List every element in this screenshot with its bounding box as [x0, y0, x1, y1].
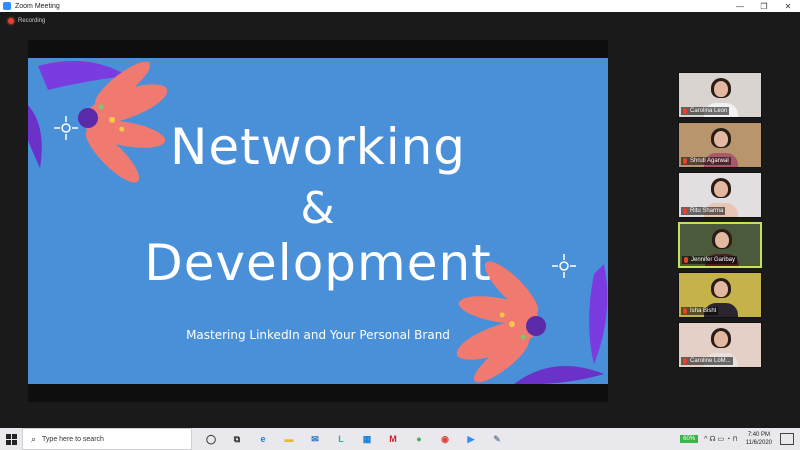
taskbar-search-box[interactable]: ⌕ Type here to search: [22, 428, 192, 450]
participant-name: Jennifer Garibay: [691, 257, 736, 263]
linkedin-learning-icon[interactable]: L: [330, 428, 352, 450]
participant-face: [714, 81, 728, 97]
participant-name-bar: Isha Bisht: [681, 307, 719, 315]
zoom-icon[interactable]: ▶: [460, 428, 482, 450]
search-placeholder: Type here to search: [42, 435, 104, 443]
participant-name-bar: Jennifer Garibay: [682, 256, 738, 264]
maximize-button[interactable]: ❐: [752, 0, 776, 12]
participant-name: Carolina Leon: [690, 108, 728, 114]
store-icon[interactable]: ▦: [356, 428, 378, 450]
window-controls: — ❐ ✕: [728, 0, 800, 12]
participant-tile[interactable]: Carolina Leon: [678, 72, 762, 118]
slide-subtitle: Mastering LinkedIn and Your Personal Bra…: [186, 328, 450, 342]
system-tray: 60% ^ ☊ ▭ ◔ ⊓ 7:40 PM 11/6/2020: [680, 428, 800, 450]
participant-name: Ritu Sharma: [690, 208, 724, 214]
chrome-icon[interactable]: ◉: [434, 428, 456, 450]
close-button[interactable]: ✕: [776, 0, 800, 12]
edge-icon[interactable]: e: [252, 428, 274, 450]
participant-tile[interactable]: Isha Bisht: [678, 272, 762, 318]
search-icon: ⌕: [31, 433, 37, 444]
muted-mic-icon: [683, 158, 687, 164]
muted-mic-icon: [684, 257, 688, 263]
participant-face: [714, 181, 728, 197]
participant-tile[interactable]: Jennifer Garibay: [678, 222, 762, 268]
slide-title-line-1: Networking: [169, 118, 467, 176]
clock-date: 11/6/2020: [745, 440, 772, 446]
participant-face: [714, 281, 728, 297]
notification-center-icon[interactable]: [780, 433, 794, 445]
slide-title-ampersand: &: [300, 183, 336, 234]
muted-mic-icon: [683, 208, 687, 214]
recording-icon[interactable]: [8, 18, 14, 24]
pinned-apps: ◯ ⧉ e ▬ ✉ L ▦ M ● ◉ ▶ ✎: [200, 428, 512, 450]
recording-bar: Recording: [0, 12, 800, 30]
participant-name-bar: Caroline LoM...: [681, 357, 733, 365]
participant-tile[interactable]: Caroline LoM...: [678, 322, 762, 368]
participant-name-bar: Shruti Agarwal: [681, 157, 731, 165]
window-title: Zoom Meeting: [15, 2, 60, 10]
task-switch-icon[interactable]: ⧉: [226, 428, 248, 450]
chat-app-icon[interactable]: ●: [408, 428, 430, 450]
participant-name: Shruti Agarwal: [690, 158, 729, 164]
file-explorer-icon[interactable]: ▬: [278, 428, 300, 450]
participant-name: Caroline LoM...: [690, 358, 731, 364]
participant-tile[interactable]: Ritu Sharma: [678, 172, 762, 218]
participant-face: [714, 331, 728, 347]
paint-icon[interactable]: ✎: [486, 428, 508, 450]
title-bar: Zoom Meeting — ❐ ✕: [0, 0, 800, 12]
mail-icon[interactable]: ✉: [304, 428, 326, 450]
participant-face: [714, 131, 728, 147]
participant-name: Isha Bisht: [690, 308, 717, 314]
muted-mic-icon: [683, 308, 687, 314]
participant-name-bar: Ritu Sharma: [681, 207, 726, 215]
participant-face: [715, 232, 729, 248]
minimize-button[interactable]: —: [728, 0, 752, 12]
tray-icons[interactable]: ^ ☊ ▭ ◔ ⊓: [704, 435, 738, 443]
mcafee-icon[interactable]: M: [382, 428, 404, 450]
slide-title-line-2: Development: [144, 234, 492, 292]
clock-time: 7:40 PM: [747, 432, 771, 438]
windows-taskbar: ⌕ Type here to search ◯ ⧉ e ▬ ✉ L ▦ M ● ◉ ▶ ✎ 60% ^…: [0, 428, 800, 450]
presentation-slide: Networking & Development Mastering Linke…: [28, 58, 608, 384]
clock[interactable]: 7:40 PM 11/6/2020: [746, 431, 772, 447]
windows-logo-icon: [5, 433, 17, 445]
muted-mic-icon: [683, 358, 687, 364]
participant-name-bar: Carolina Leon: [681, 107, 730, 115]
zoom-app-icon: [3, 2, 11, 10]
muted-mic-icon: [683, 108, 687, 114]
start-button[interactable]: [0, 428, 22, 450]
task-view-icon[interactable]: ◯: [200, 428, 222, 450]
shared-screen: Networking & Development Mastering Linke…: [28, 40, 608, 402]
recording-label: Recording: [18, 18, 46, 24]
participant-tile[interactable]: Shruti Agarwal: [678, 122, 762, 168]
battery-indicator[interactable]: 60%: [680, 435, 699, 443]
